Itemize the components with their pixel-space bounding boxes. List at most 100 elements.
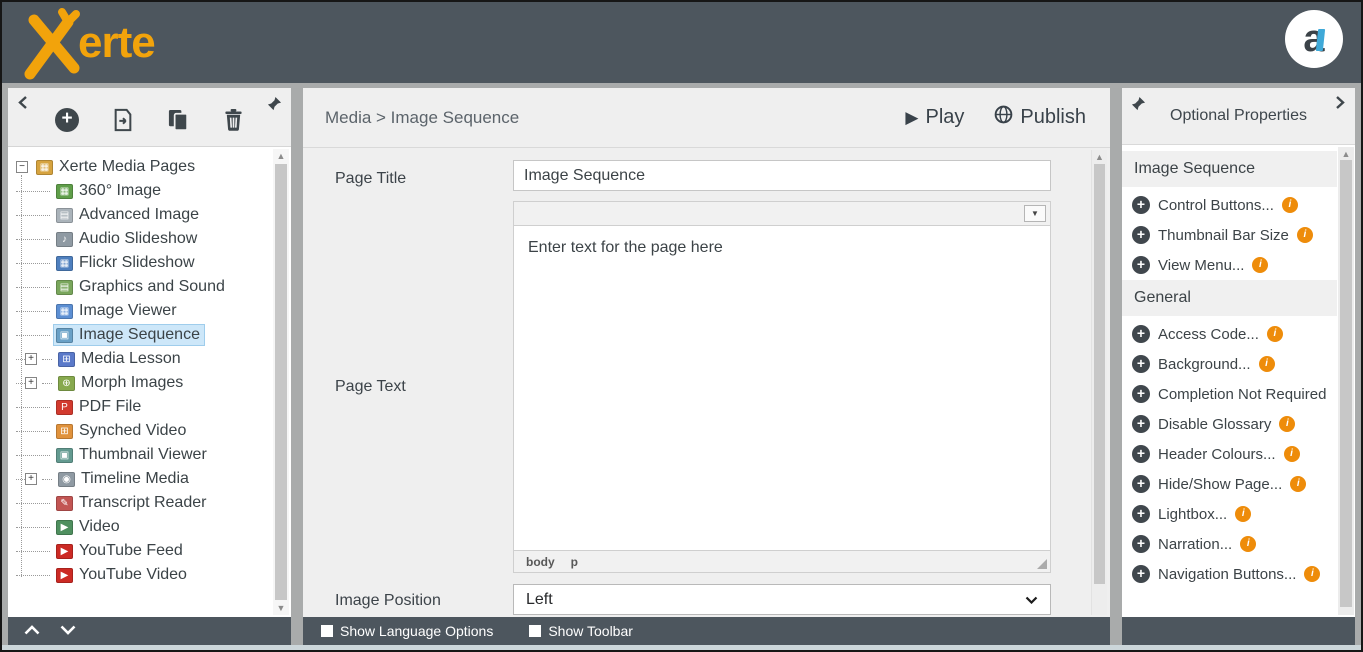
tree-guide-line — [42, 383, 52, 384]
editor-scrollbar[interactable]: ▲ — [1091, 150, 1107, 615]
pin-icon[interactable] — [1131, 96, 1146, 116]
add-property-icon[interactable]: + — [1132, 355, 1150, 373]
scrollbar-thumb[interactable] — [275, 164, 287, 600]
property-item-view-menu[interactable]: +View Menu...i — [1122, 250, 1355, 280]
pin-icon[interactable] — [267, 96, 282, 116]
property-item-control-buttons[interactable]: +Control Buttons...i — [1122, 190, 1355, 220]
tree-item-morph-images[interactable]: +⊕Morph Images — [16, 371, 265, 395]
tree-item-youtube-feed[interactable]: ▶ YouTube Feed — [16, 539, 265, 563]
tree-item-timeline-media[interactable]: +◉Timeline Media — [16, 467, 265, 491]
tree-item-audio-slideshow[interactable]: ♪Audio Slideshow — [16, 227, 265, 251]
add-property-icon[interactable]: + — [1132, 505, 1150, 523]
info-icon[interactable]: i — [1240, 536, 1256, 552]
editor-header: Media > Image Sequence ▶ Play Publish — [303, 88, 1110, 148]
tree-item-360-image[interactable]: ▦360° Image — [16, 179, 265, 203]
pages-panel-footer — [8, 617, 291, 645]
add-property-icon[interactable]: + — [1132, 256, 1150, 274]
apereo-logo[interactable]: a — [1285, 10, 1343, 68]
scroll-up-icon[interactable]: ▲ — [1092, 151, 1107, 163]
add-page-icon[interactable]: + — [55, 108, 79, 132]
info-icon[interactable]: i — [1284, 446, 1300, 462]
show-language-options-checkbox[interactable]: Show Language Options — [321, 623, 493, 639]
tree-item-label: YouTube Feed — [79, 542, 183, 560]
page-title-input[interactable] — [513, 160, 1051, 191]
tree-item-flickr-slideshow[interactable]: ▦Flickr Slideshow — [16, 251, 265, 275]
info-icon[interactable]: i — [1290, 476, 1306, 492]
import-page-icon[interactable] — [112, 108, 134, 137]
collapse-left-icon[interactable] — [17, 96, 29, 114]
toolbar-expand-icon[interactable]: ▼ — [1024, 205, 1046, 222]
duplicate-page-icon[interactable] — [167, 108, 190, 137]
add-property-icon[interactable]: + — [1132, 325, 1150, 343]
image-position-select[interactable]: Left — [513, 584, 1051, 615]
add-property-icon[interactable]: + — [1132, 226, 1150, 244]
scrollbar-thumb[interactable] — [1094, 164, 1105, 584]
info-icon[interactable]: i — [1279, 416, 1295, 432]
pages-panel: + −▦Xerte Media Pages▦360° Image▤Advance… — [8, 88, 291, 645]
scroll-up-icon[interactable]: ▲ — [1338, 148, 1354, 160]
tree-item-xerte-media-pages[interactable]: −▦Xerte Media Pages — [16, 155, 265, 179]
tree-item-image-sequence[interactable]: ▣Image Sequence — [16, 323, 265, 347]
tree-item-video[interactable]: ▶Video — [16, 515, 265, 539]
tree-item-label: Synched Video — [79, 422, 186, 440]
tree-item-media-lesson[interactable]: +⊞Media Lesson — [16, 347, 265, 371]
add-property-icon[interactable]: + — [1132, 385, 1150, 403]
add-property-icon[interactable]: + — [1132, 196, 1150, 214]
tree-item-thumbnail-viewer[interactable]: ▣Thumbnail Viewer — [16, 443, 265, 467]
property-label: Completion Not Required — [1158, 386, 1326, 403]
collapse-right-icon[interactable] — [1334, 96, 1346, 114]
property-item-lightbox[interactable]: +Lightbox...i — [1122, 499, 1355, 529]
info-icon[interactable]: i — [1259, 356, 1275, 372]
tree-expand-icon[interactable]: + — [25, 473, 37, 485]
info-icon[interactable]: i — [1252, 257, 1268, 273]
tree-item-synched-video[interactable]: ⊞Synched Video — [16, 419, 265, 443]
play-button[interactable]: ▶ Play — [905, 106, 964, 129]
add-property-icon[interactable]: + — [1132, 445, 1150, 463]
add-property-icon[interactable]: + — [1132, 475, 1150, 493]
move-up-icon[interactable] — [24, 622, 40, 640]
resize-handle-icon[interactable] — [1037, 559, 1047, 569]
add-property-icon[interactable]: + — [1132, 415, 1150, 433]
tree-item-pdf-file[interactable]: PPDF File — [16, 395, 265, 419]
scroll-up-icon[interactable]: ▲ — [273, 150, 289, 162]
delete-page-icon[interactable] — [223, 108, 244, 137]
show-toolbar-checkbox[interactable]: Show Toolbar — [529, 623, 633, 639]
scroll-down-icon[interactable]: ▼ — [273, 602, 289, 614]
properties-scrollbar[interactable]: ▲ — [1338, 147, 1354, 615]
info-icon[interactable]: i — [1297, 227, 1313, 243]
property-item-navigation-buttons[interactable]: +Navigation Buttons...i — [1122, 559, 1355, 589]
tree-item-advanced-image[interactable]: ▤Advanced Image — [16, 203, 265, 227]
tree-item-label: Advanced Image — [79, 206, 199, 224]
info-icon[interactable]: i — [1304, 566, 1320, 582]
checkbox-icon — [321, 625, 333, 637]
tree-expand-icon[interactable]: + — [25, 377, 37, 389]
element-path-p[interactable]: p — [571, 555, 578, 569]
property-item-narration[interactable]: +Narration...i — [1122, 529, 1355, 559]
info-icon[interactable]: i — [1282, 197, 1298, 213]
property-item-completion-not-required[interactable]: + Completion Not Required — [1122, 379, 1355, 409]
tree-item-label: Xerte Media Pages — [59, 158, 195, 176]
property-item-access-code[interactable]: +Access Code...i — [1122, 319, 1355, 349]
add-property-icon[interactable]: + — [1132, 565, 1150, 583]
element-path-body[interactable]: body — [526, 555, 555, 569]
property-item-background[interactable]: +Background...i — [1122, 349, 1355, 379]
info-icon[interactable]: i — [1235, 506, 1251, 522]
property-item-disable-glossary[interactable]: +Disable Glossaryi — [1122, 409, 1355, 439]
property-item-header-colours[interactable]: +Header Colours...i — [1122, 439, 1355, 469]
tree-scrollbar[interactable]: ▲ ▼ — [273, 149, 289, 615]
scrollbar-thumb[interactable] — [1340, 160, 1352, 607]
tree-collapse-icon[interactable]: − — [16, 161, 28, 173]
page-text-area[interactable]: Enter text for the page here — [513, 226, 1051, 550]
tree-item-youtube-video[interactable]: ▶YouTube Video — [16, 563, 265, 587]
tree-item-graphics-and-sound[interactable]: ▤Graphics and Sound — [16, 275, 265, 299]
tree-item-image-viewer[interactable]: ▦Image Viewer — [16, 299, 265, 323]
move-down-icon[interactable] — [60, 622, 76, 640]
youtube-feed-icon: ▶ — [56, 544, 73, 559]
property-item-hide-show-page[interactable]: +Hide/Show Page...i — [1122, 469, 1355, 499]
property-item-thumbnail-bar-size[interactable]: +Thumbnail Bar Sizei — [1122, 220, 1355, 250]
tree-item-transcript-reader[interactable]: ✎Transcript Reader — [16, 491, 265, 515]
tree-expand-icon[interactable]: + — [25, 353, 37, 365]
info-icon[interactable]: i — [1267, 326, 1283, 342]
publish-button[interactable]: Publish — [994, 105, 1086, 130]
add-property-icon[interactable]: + — [1132, 535, 1150, 553]
